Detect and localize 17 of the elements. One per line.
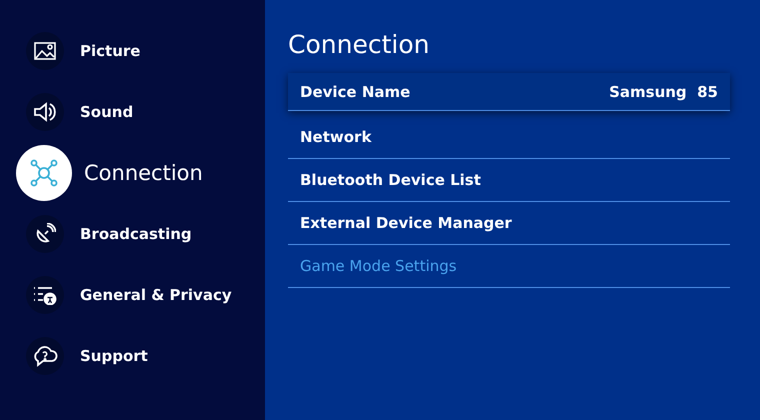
satellite-dish-icon <box>34 222 56 244</box>
sidebar-item[interactable]: Support <box>0 325 265 386</box>
list-accessibility-icon <box>33 284 57 304</box>
menu-item[interactable]: Device Name Samsung 85 <box>288 73 730 111</box>
speaker-icon <box>33 102 57 122</box>
sidebar-item[interactable]: General & Privacy <box>0 264 265 325</box>
picture-icon <box>34 42 56 60</box>
sidebar-item[interactable]: Connection <box>0 142 265 203</box>
network-icon <box>29 158 59 188</box>
menu-item[interactable]: External Device Manager <box>288 202 730 245</box>
sidebar-item[interactable]: Sound <box>0 81 265 142</box>
menu-item[interactable]: Network <box>288 116 730 159</box>
help-cloud-icon <box>32 344 58 366</box>
sidebar-item[interactable]: Picture <box>0 20 265 81</box>
menu-item[interactable]: Bluetooth Device List <box>288 159 730 202</box>
page-title: Connection <box>288 30 430 59</box>
sidebar-item[interactable]: Broadcasting <box>0 203 265 264</box>
